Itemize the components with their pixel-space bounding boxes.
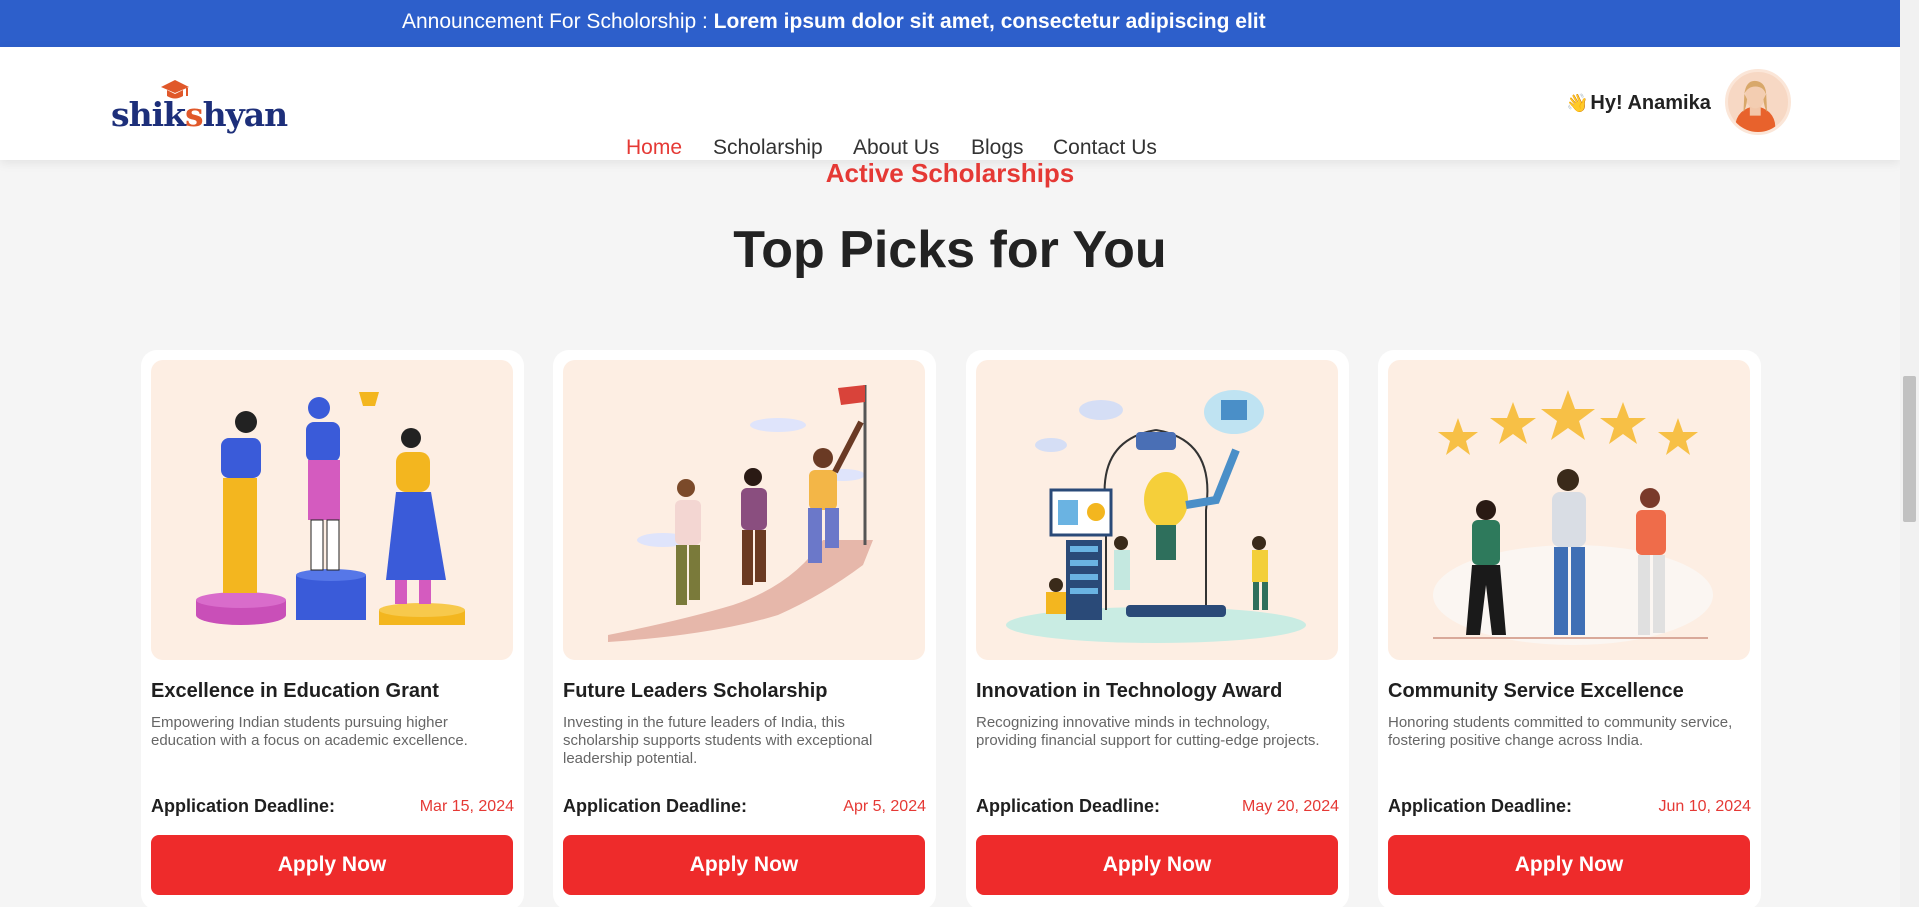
deadline-date: Apr 5, 2024 — [843, 798, 926, 815]
page-scrollbar[interactable] — [1900, 0, 1919, 907]
scholarship-card: Innovation in Technology Award Recognizi… — [966, 350, 1349, 907]
nav-home[interactable]: Home — [626, 136, 682, 160]
scholarship-card: Excellence in Education Grant Empowering… — [141, 350, 524, 907]
announcement-text: Announcement For Scholorship : Lorem ips… — [402, 10, 1266, 34]
deadline-label: Application Deadline: — [976, 796, 1161, 816]
logo-part-2: s — [184, 95, 204, 134]
card-description: Empowering Indian students pursuing high… — [151, 714, 468, 749]
nav-about-us[interactable]: About Us — [853, 136, 939, 160]
announcement-label: Announcement For Scholorship : — [402, 10, 714, 33]
apply-now-button[interactable]: Apply Now — [151, 835, 513, 895]
card-title: Community Service Excellence — [1388, 680, 1684, 702]
nav-contact-us[interactable]: Contact Us — [1053, 136, 1157, 160]
deadline-date: May 20, 2024 — [1242, 798, 1339, 815]
greeting-text: Hy! Anamika — [1590, 92, 1711, 114]
logo-wordmark: shikshyan — [111, 95, 289, 134]
card-title: Excellence in Education Grant — [151, 680, 439, 702]
climbing-flag-illustration — [563, 360, 925, 660]
avatar[interactable] — [1725, 69, 1791, 135]
apply-now-button[interactable]: Apply Now — [1388, 835, 1750, 895]
deadline-label: Application Deadline: — [563, 796, 748, 816]
nav-scholarship[interactable]: Scholarship — [713, 136, 823, 160]
deadline-label: Application Deadline: — [151, 796, 336, 816]
section-eyebrow: Active Scholarships — [825, 158, 1075, 188]
card-title: Innovation in Technology Award — [976, 680, 1283, 702]
podium-trophy-illustration — [151, 360, 513, 660]
deadline-label: Application Deadline: — [1388, 796, 1573, 816]
deadline-date: Jun 10, 2024 — [1658, 798, 1751, 815]
scholarship-card: Community Service Excellence Honoring st… — [1378, 350, 1761, 907]
nav-blogs[interactable]: Blogs — [971, 136, 1024, 160]
apply-now-button[interactable]: Apply Now — [563, 835, 925, 895]
announcement-bar: Announcement For Scholorship : Lorem ips… — [0, 0, 1900, 47]
announcement-message: Lorem ipsum dolor sit amet, consectetur … — [713, 10, 1266, 33]
scholarship-card: Future Leaders Scholarship Investing in … — [553, 350, 936, 907]
user-greeting[interactable]: 👋 Hy! Anamika — [1566, 92, 1711, 115]
five-stars-celebration-illustration — [1388, 360, 1750, 660]
logo-part-1: shik — [111, 95, 186, 134]
apply-now-button[interactable]: Apply Now — [976, 835, 1338, 895]
section-title: Top Picks for You — [733, 221, 1167, 279]
waving-hand-icon: 👋 — [1566, 93, 1589, 113]
logo-part-3: hyan — [202, 95, 289, 134]
card-description: Honoring students committed to community… — [1388, 714, 1733, 749]
card-description: Investing in the future leaders of India… — [563, 714, 873, 767]
tech-lightbulb-illustration — [976, 360, 1338, 660]
site-logo[interactable]: shikshyan — [111, 77, 288, 134]
card-description: Recognizing innovative minds in technolo… — [976, 714, 1320, 749]
deadline-date: Mar 15, 2024 — [419, 798, 514, 815]
scrollbar-thumb[interactable] — [1903, 376, 1916, 522]
card-title: Future Leaders Scholarship — [563, 680, 828, 702]
